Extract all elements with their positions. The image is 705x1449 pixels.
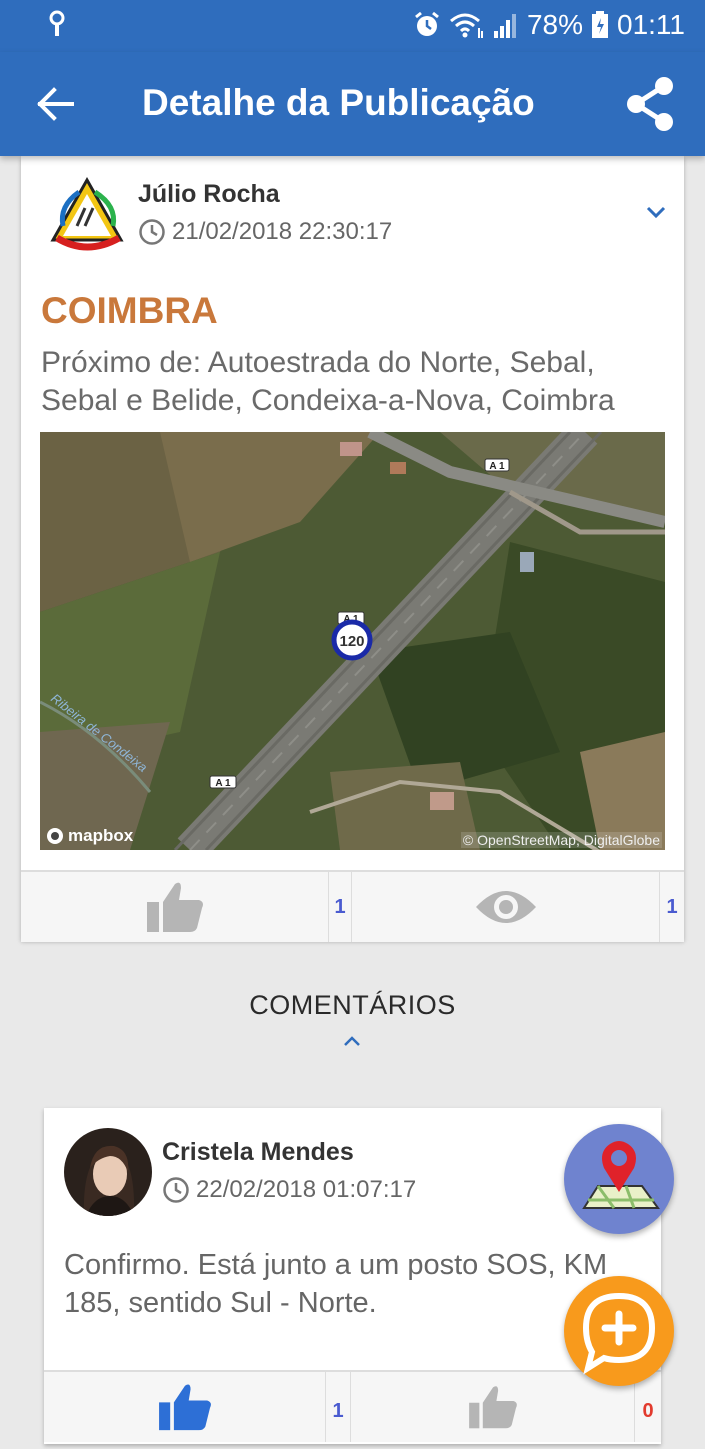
mapbox-text: mapbox [68, 826, 134, 845]
satellite-map: A 1 A 1 A 1 Ribeira de Condeixa 120 [40, 432, 665, 850]
clock: 01:11 [617, 9, 685, 40]
add-comment-icon [582, 1292, 656, 1375]
comment-author[interactable]: Cristela Mendes [162, 1138, 354, 1167]
author-logo [50, 176, 124, 251]
post-actions: 1 1 [21, 870, 684, 942]
comment-datetime: 22/02/2018 01:07:17 [196, 1176, 417, 1203]
back-arrow-icon[interactable] [34, 82, 78, 126]
comment-dislike-count: 0 [642, 1400, 654, 1422]
clock-icon [139, 219, 165, 245]
thumbs-up-icon [158, 1384, 211, 1431]
app-bar: Detalhe da Publicação [0, 52, 705, 156]
views-count: 1 [666, 896, 678, 918]
post-place: COIMBRA [41, 290, 218, 331]
location-pin-icon [49, 10, 65, 36]
chevron-down-icon[interactable] [645, 204, 667, 220]
comment-like-button[interactable] [44, 1372, 326, 1442]
comment-like-count-cell: 1 [326, 1372, 351, 1442]
like-count: 1 [334, 896, 346, 918]
alarm-icon [415, 11, 439, 36]
post-location-text: Próximo de: Autoestrada do Norte, Sebal,… [41, 346, 615, 417]
map-fab-button[interactable] [564, 1124, 674, 1234]
signal-icon [493, 14, 516, 38]
mapbox-attribution[interactable]: mapbox [46, 826, 133, 846]
battery-icon [592, 11, 608, 38]
comment-date: 22/02/2018 01:07:17 [162, 1176, 416, 1204]
post-author[interactable]: Júlio Rocha [138, 180, 280, 209]
wifi-icon [449, 13, 483, 38]
status-bar: 78% 01:11 [0, 0, 705, 52]
speed-limit-value: 120 [339, 633, 364, 650]
map-location-icon [582, 1141, 660, 1209]
thumbs-down-icon [468, 1386, 517, 1429]
clock-icon [163, 1177, 189, 1203]
chevron-up-icon[interactable] [343, 1034, 361, 1048]
map-view[interactable]: A 1 A 1 A 1 Ribeira de Condeixa 120 mapb… [40, 432, 665, 850]
like-button[interactable] [21, 872, 329, 942]
views-count-cell: 1 [660, 872, 684, 942]
publication-card: Júlio Rocha 21/02/2018 22:30:17 COIMBRA … [21, 156, 684, 942]
thumbs-up-icon [146, 882, 203, 932]
mapbox-logo-icon [47, 828, 63, 844]
comment-like-count: 1 [332, 1400, 344, 1422]
like-count-cell: 1 [329, 872, 352, 942]
post-datetime: 21/02/2018 22:30:17 [172, 218, 393, 245]
add-comment-fab-button[interactable] [564, 1276, 674, 1386]
road-label-a1-bottom: A 1 [215, 778, 231, 789]
map-copyright[interactable]: © OpenStreetMap, DigitalGlobe [460, 832, 662, 848]
page-title: Detalhe da Publicação [142, 82, 535, 123]
post-date: 21/02/2018 22:30:17 [138, 218, 392, 246]
share-icon[interactable] [622, 74, 678, 134]
eye-icon [475, 891, 536, 923]
views-button[interactable] [352, 872, 660, 942]
avatar[interactable] [64, 1128, 152, 1216]
road-label-a1: A 1 [489, 461, 505, 472]
battery-percent: 78% [526, 9, 583, 40]
comments-heading: COMENTÁRIOS [249, 990, 456, 1020]
